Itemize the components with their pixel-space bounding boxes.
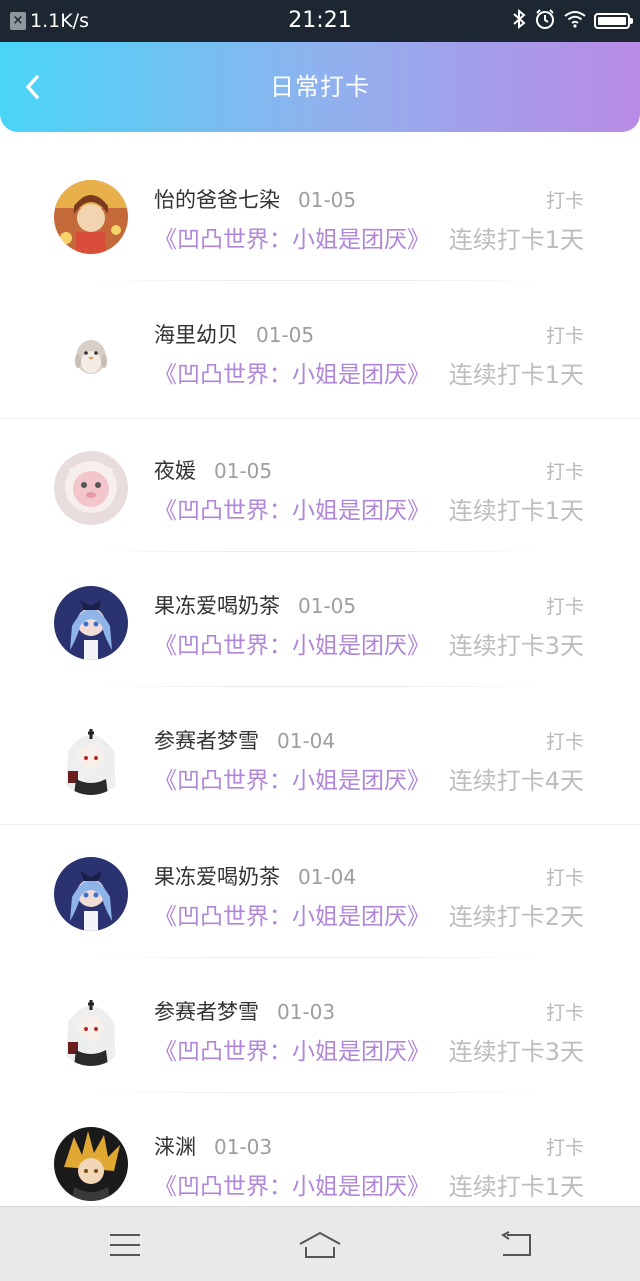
- streak-text: 连续打卡1天: [448, 226, 584, 254]
- list-item[interactable]: 涞渊 01-03 《凹凸世界：小姐是团厌》 打卡 连续打卡1天: [0, 1095, 640, 1206]
- checkin-date: 01-05: [256, 323, 315, 347]
- name-line: 果冻爱喝奶茶 01-04: [154, 861, 356, 891]
- name-line: 果冻爱喝奶茶 01-05: [154, 590, 356, 620]
- book-title[interactable]: 《凹凸世界：小姐是团厌》: [154, 1032, 430, 1066]
- system-nav-bar: [0, 1206, 640, 1281]
- checkin-label: 打卡: [545, 867, 584, 889]
- row-divider: [96, 1092, 544, 1093]
- checkin-label: 打卡: [545, 1137, 584, 1159]
- name-line: 怡的爸爸七染 01-05: [154, 184, 356, 214]
- checkin-date: 01-05: [214, 459, 273, 483]
- row-divider: [96, 686, 544, 687]
- home-icon: [299, 1231, 341, 1258]
- book-title[interactable]: 《凹凸世界：小姐是团厌》: [154, 491, 430, 525]
- streak-text: 连续打卡4天: [448, 767, 584, 795]
- header-bar: 日常打卡: [0, 42, 640, 132]
- book-title[interactable]: 《凹凸世界：小姐是团厌》: [154, 220, 430, 254]
- user-name[interactable]: 果冻爱喝奶茶: [154, 590, 280, 620]
- user-name[interactable]: 果冻爱喝奶茶: [154, 861, 280, 891]
- avatar[interactable]: [54, 992, 128, 1066]
- user-name[interactable]: 夜媛: [154, 455, 196, 485]
- wifi-icon: [564, 10, 586, 32]
- name-line: 参赛者梦雪 01-04: [154, 725, 335, 755]
- user-name[interactable]: 参赛者梦雪: [154, 996, 259, 1026]
- streak-text: 连续打卡2天: [448, 903, 584, 931]
- name-line: 涞渊 01-03: [154, 1131, 272, 1161]
- checkin-label: 打卡: [545, 325, 584, 347]
- streak-text: 连续打卡1天: [448, 361, 584, 389]
- avatar[interactable]: [54, 180, 128, 254]
- menu-icon: [110, 1234, 140, 1256]
- row-divider: [96, 280, 544, 281]
- checkin-date: 01-04: [298, 865, 357, 889]
- status-bar: × 1.1K/s 21:21: [0, 0, 640, 42]
- list-item[interactable]: 果冻爱喝奶茶 01-05 《凹凸世界：小姐是团厌》 打卡 连续打卡3天: [0, 554, 640, 689]
- avatar[interactable]: [54, 451, 128, 525]
- checkin-label: 打卡: [545, 731, 584, 753]
- user-name[interactable]: 怡的爸爸七染: [154, 184, 280, 214]
- checkin-date: 01-03: [214, 1135, 273, 1159]
- checkin-list[interactable]: 怡的爸爸七染 01-05 《凹凸世界：小姐是团厌》 打卡 连续打卡1天 海里幼贝…: [0, 148, 640, 1206]
- book-title[interactable]: 《凹凸世界：小姐是团厌》: [154, 626, 430, 660]
- list-item[interactable]: 参赛者梦雪 01-03 《凹凸世界：小姐是团厌》 打卡 连续打卡3天: [0, 960, 640, 1095]
- avatar[interactable]: [54, 586, 128, 660]
- page-title: 日常打卡: [270, 73, 370, 101]
- book-title[interactable]: 《凹凸世界：小姐是团厌》: [154, 897, 430, 931]
- list-item[interactable]: 夜媛 01-05 《凹凸世界：小姐是团厌》 打卡 连续打卡1天: [0, 419, 640, 554]
- back-nav-button[interactable]: [496, 1225, 536, 1265]
- list-item[interactable]: 果冻爱喝奶茶 01-04 《凹凸世界：小姐是团厌》 打卡 连续打卡2天: [0, 825, 640, 960]
- user-name[interactable]: 参赛者梦雪: [154, 725, 259, 755]
- checkin-label: 打卡: [545, 190, 584, 212]
- battery-icon: [594, 13, 633, 29]
- checkin-date: 01-03: [277, 1000, 336, 1024]
- name-line: 海里幼贝 01-05: [154, 319, 314, 349]
- menu-button[interactable]: [105, 1225, 145, 1265]
- alarm-icon: [534, 8, 556, 34]
- name-line: 夜媛 01-05: [154, 455, 272, 485]
- avatar[interactable]: [54, 315, 128, 389]
- list-item[interactable]: 海里幼贝 01-05 《凹凸世界：小姐是团厌》 打卡 连续打卡1天: [0, 283, 640, 419]
- checkin-label: 打卡: [545, 596, 584, 618]
- bluetooth-icon: [512, 8, 526, 33]
- user-name[interactable]: 涞渊: [154, 1131, 196, 1161]
- book-title[interactable]: 《凹凸世界：小姐是团厌》: [154, 761, 430, 795]
- name-line: 参赛者梦雪 01-03: [154, 996, 335, 1026]
- user-name[interactable]: 海里幼贝: [154, 319, 238, 349]
- checkin-date: 01-04: [277, 729, 336, 753]
- streak-text: 连续打卡3天: [448, 632, 584, 660]
- home-button[interactable]: [298, 1225, 342, 1265]
- streak-text: 连续打卡1天: [448, 497, 584, 525]
- streak-text: 连续打卡1天: [448, 1173, 584, 1201]
- checkin-label: 打卡: [545, 1002, 584, 1024]
- checkin-date: 01-05: [298, 188, 357, 212]
- row-divider: [96, 551, 544, 552]
- checkin-label: 打卡: [545, 461, 584, 483]
- avatar[interactable]: [54, 721, 128, 795]
- checkin-date: 01-05: [298, 594, 357, 618]
- row-divider: [96, 957, 544, 958]
- avatar[interactable]: [54, 857, 128, 931]
- streak-text: 连续打卡3天: [448, 1038, 584, 1066]
- list-item[interactable]: 怡的爸爸七染 01-05 《凹凸世界：小姐是团厌》 打卡 连续打卡1天: [0, 148, 640, 283]
- book-title[interactable]: 《凹凸世界：小姐是团厌》: [154, 355, 430, 389]
- avatar[interactable]: [54, 1127, 128, 1201]
- back-arrow-icon: [501, 1231, 531, 1256]
- list-item[interactable]: 参赛者梦雪 01-04 《凹凸世界：小姐是团厌》 打卡 连续打卡4天: [0, 689, 640, 825]
- book-title[interactable]: 《凹凸世界：小姐是团厌》: [154, 1167, 430, 1201]
- status-right: [512, 8, 633, 34]
